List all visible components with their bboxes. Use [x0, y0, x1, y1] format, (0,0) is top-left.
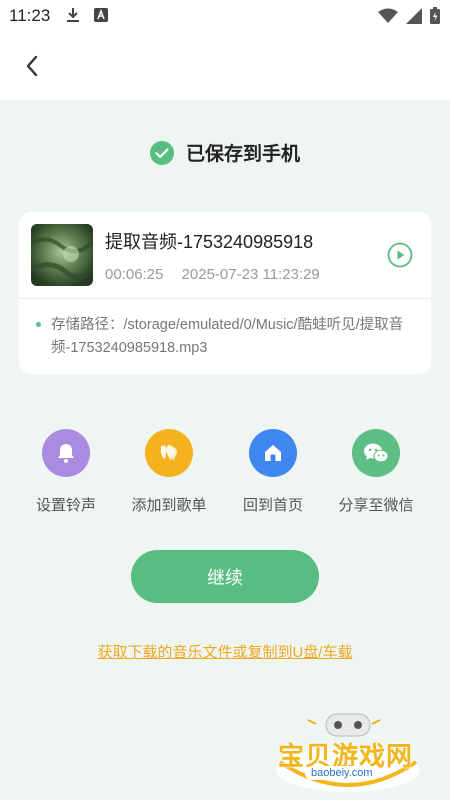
share-wechat-label: 分享至微信 — [338, 497, 414, 514]
status-bar: 11:23 — [0, 0, 450, 32]
share-wechat-circle — [352, 429, 400, 477]
file-meta: 00:06:25 2025-07-23 11:23:29 — [105, 266, 320, 283]
wifi-icon — [378, 8, 398, 23]
path-bullet — [36, 322, 41, 327]
bell-icon — [58, 444, 74, 463]
play-icon[interactable] — [387, 242, 413, 268]
watermark-url: baobeiy.com — [305, 766, 379, 780]
app-bar — [0, 32, 450, 100]
wechat-icon — [364, 443, 389, 463]
download-icon — [67, 8, 79, 22]
file-thumbnail — [31, 224, 93, 286]
home-icon — [265, 445, 281, 461]
chevron-left-icon — [26, 55, 38, 77]
back-button[interactable] — [14, 48, 50, 84]
add-to-playlist-label: 添加到歌单 — [131, 497, 207, 514]
card-divider — [19, 298, 431, 299]
text-a-icon — [94, 8, 108, 22]
playlist-add-icon — [160, 445, 177, 461]
set-ringtone-circle — [42, 429, 90, 477]
file-path: 存储路径：/storage/emulated/0/Music/酷蛙听见/提取音频… — [51, 317, 404, 356]
back-to-home-label: 回到首页 — [242, 497, 303, 514]
signal-icon — [406, 7, 422, 24]
continue-button[interactable]: 继续 — [131, 550, 319, 603]
file-card: 提取音频-1753240985918 00:06:25 2025-07-23 1… — [19, 212, 431, 374]
set-ringtone-label: 设置铃声 — [35, 497, 96, 514]
saved-status: 已保存到手机 — [0, 139, 450, 166]
share-wechat-button[interactable]: 分享至微信 — [324, 429, 428, 515]
set-ringtone-button[interactable]: 设置铃声 — [14, 429, 118, 515]
file-name: 提取音频-1753240985918 — [105, 232, 314, 252]
file-duration: 00:06:25 — [105, 266, 164, 283]
file-datetime: 2025-07-23 11:23:29 — [181, 266, 320, 283]
check-circle-icon — [149, 140, 174, 165]
add-to-playlist-circle — [145, 429, 193, 477]
back-to-home-button[interactable]: 回到首页 — [221, 429, 325, 515]
help-link[interactable]: 获取下载的音乐文件或复制到U盘/车载 — [0, 641, 450, 662]
status-time: 11:23 — [9, 6, 51, 25]
back-to-home-circle — [249, 429, 297, 477]
add-to-playlist-button[interactable]: 添加到歌单 — [117, 429, 221, 515]
battery-icon — [430, 7, 440, 24]
saved-title: 已保存到手机 — [185, 144, 300, 165]
